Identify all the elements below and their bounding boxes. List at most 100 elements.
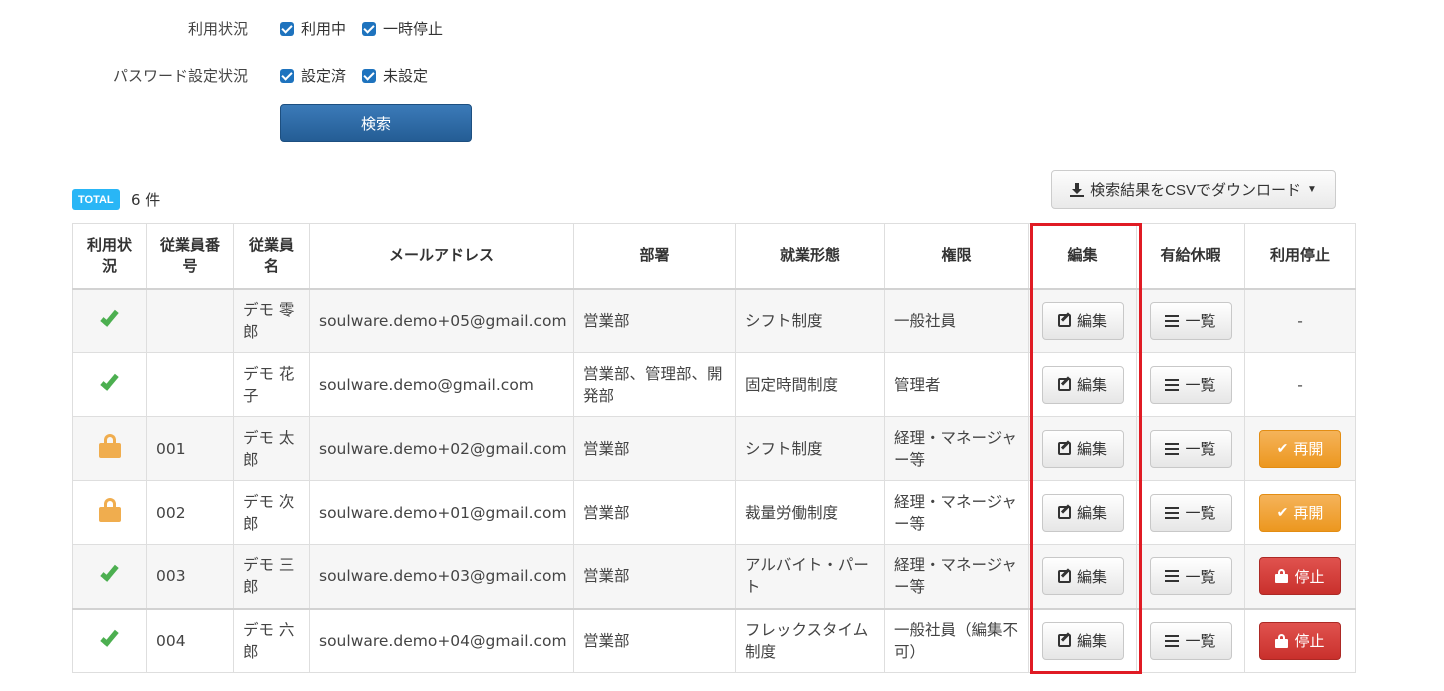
suspend-cell: ✔ 再開: [1244, 416, 1356, 481]
work-type-cell: アルバイト・パート: [735, 544, 885, 609]
email-cell: soulware.demo+03@gmail.com: [309, 544, 574, 609]
filter-usage-row: 利用状況 利用中 一時停止: [0, 17, 1444, 39]
leave-cell: 一覧: [1136, 352, 1245, 417]
leave-list-button[interactable]: 一覧: [1149, 365, 1232, 404]
search-button[interactable]: 検索: [280, 104, 472, 142]
employee-name-cell: デモ 太郎: [233, 416, 310, 481]
list-icon: [1165, 314, 1180, 327]
edit-cell: 編集: [1028, 480, 1137, 545]
checkbox-password-unset[interactable]: 未設定: [362, 65, 428, 86]
edit-cell: 編集: [1028, 416, 1137, 481]
suspend-cell: -: [1244, 352, 1356, 417]
leave-cell: 一覧: [1136, 288, 1245, 353]
list-icon: [1165, 442, 1180, 455]
email-cell: soulware.demo+05@gmail.com: [309, 288, 574, 353]
col-suspend: 利用停止: [1244, 223, 1356, 290]
status-cell: [72, 480, 147, 545]
status-cell: [72, 607, 147, 673]
suspend-placeholder: -: [1297, 311, 1303, 330]
lock-icon: [1275, 633, 1289, 648]
lock-icon: [1275, 569, 1289, 584]
col-status: 利用状況: [72, 223, 147, 290]
edit-icon: [1057, 569, 1071, 583]
edit-button[interactable]: 編集: [1041, 365, 1124, 404]
edit-button[interactable]: 編集: [1041, 493, 1124, 532]
employee-table: 利用状況 従業員番号 従業員名 メールアドレス 部署 就業形態 権限 編集 有給…: [72, 223, 1356, 673]
work-type-cell: シフト制度: [735, 288, 885, 353]
col-leave: 有給休暇: [1136, 223, 1245, 290]
table-header-row: 利用状況 従業員番号 従業員名 メールアドレス 部署 就業形態 権限 編集 有給…: [72, 223, 1356, 290]
status-cell: [72, 288, 147, 353]
resume-button[interactable]: ✔ 再開: [1259, 429, 1341, 468]
department-cell: 営業部、管理部、開発部: [573, 352, 736, 417]
permission-cell: 一般社員: [884, 288, 1029, 353]
download-icon: [1070, 182, 1085, 197]
suspend-button[interactable]: 停止: [1259, 621, 1341, 660]
col-email: メールアドレス: [309, 223, 574, 290]
edit-button[interactable]: 編集: [1041, 557, 1124, 596]
edit-button[interactable]: 編集: [1041, 301, 1124, 340]
check-icon: ✔: [1276, 440, 1289, 456]
suspend-cell: -: [1244, 288, 1356, 353]
department-cell: 営業部: [573, 544, 736, 609]
list-icon: [1165, 378, 1180, 391]
leave-list-button[interactable]: 一覧: [1149, 557, 1232, 596]
employee-name-cell: デモ 六郎: [233, 607, 310, 673]
status-cell: [72, 544, 147, 609]
permission-cell: 経理・マネージャー等: [884, 544, 1029, 609]
edit-icon: [1057, 634, 1071, 648]
permission-cell: 管理者: [884, 352, 1029, 417]
lock-icon: [98, 497, 121, 522]
leave-cell: 一覧: [1136, 416, 1245, 481]
checkbox-checked-icon: [362, 21, 377, 36]
filter-password-row: パスワード設定状況 設定済 未設定: [0, 64, 1444, 86]
suspend-cell: 停止: [1244, 607, 1356, 673]
suspend-cell: 停止: [1244, 544, 1356, 609]
department-cell: 営業部: [573, 480, 736, 545]
work-type-cell: 固定時間制度: [735, 352, 885, 417]
email-cell: soulware.demo+01@gmail.com: [309, 480, 574, 545]
checkbox-in-use[interactable]: 利用中: [280, 18, 346, 39]
leave-list-button[interactable]: 一覧: [1149, 493, 1232, 532]
email-cell: soulware.demo+04@gmail.com: [309, 607, 574, 673]
status-cell: [72, 416, 147, 481]
employee-no-cell: 002: [146, 480, 234, 545]
leave-list-button[interactable]: 一覧: [1149, 621, 1232, 660]
edit-button[interactable]: 編集: [1041, 429, 1124, 468]
col-employee-name: 従業員名: [233, 223, 310, 290]
employee-name-cell: デモ 花子: [233, 352, 310, 417]
checkbox-password-set[interactable]: 設定済: [280, 65, 346, 86]
checkbox-checked-icon: [280, 68, 294, 83]
resume-button[interactable]: ✔ 再開: [1259, 493, 1341, 532]
edit-button[interactable]: 編集: [1041, 621, 1124, 660]
department-cell: 営業部: [573, 416, 736, 481]
total-count: 6 件: [131, 191, 161, 209]
checkbox-checked-icon: [280, 21, 294, 36]
col-department: 部署: [573, 223, 736, 290]
leave-list-button[interactable]: 一覧: [1149, 429, 1232, 468]
csv-download-button[interactable]: 検索結果をCSVでダウンロード ▼: [1051, 170, 1336, 209]
edit-icon: [1057, 314, 1071, 328]
table-row: 003 デモ 三郎 soulware.demo+03@gmail.com 営業部 アルバ…: [72, 544, 1356, 609]
filter-password-label: パスワード設定状況: [112, 67, 248, 85]
edit-cell: 編集: [1028, 288, 1137, 353]
leave-cell: 一覧: [1136, 607, 1245, 673]
checkbox-suspended[interactable]: 一時停止: [362, 18, 443, 39]
email-cell: soulware.demo+02@gmail.com: [309, 416, 574, 481]
list-icon: [1165, 506, 1180, 519]
edit-cell: 編集: [1028, 352, 1137, 417]
check-icon: [100, 562, 119, 583]
table-row: 004 デモ 六郎 soulware.demo+04@gmail.com 営業部 フレッ…: [72, 607, 1356, 673]
table-row: 002 デモ 次郎 soulware.demo+01@gmail.com 営業部 裁量労…: [72, 480, 1356, 545]
leave-list-button[interactable]: 一覧: [1149, 301, 1232, 340]
suspend-button[interactable]: 停止: [1259, 557, 1341, 596]
table-row: 001 デモ 太郎 soulware.demo+02@gmail.com 営業部 シフト…: [72, 416, 1356, 481]
check-icon: [100, 306, 119, 327]
col-employee-no: 従業員番号: [146, 223, 234, 290]
employee-no-cell: 001: [146, 416, 234, 481]
total-badge: TOTAL: [72, 189, 120, 210]
checkbox-checked-icon: [362, 68, 377, 83]
employee-no-cell: 004: [146, 607, 234, 673]
employee-no-cell: [146, 288, 234, 353]
department-cell: 営業部: [573, 607, 736, 673]
